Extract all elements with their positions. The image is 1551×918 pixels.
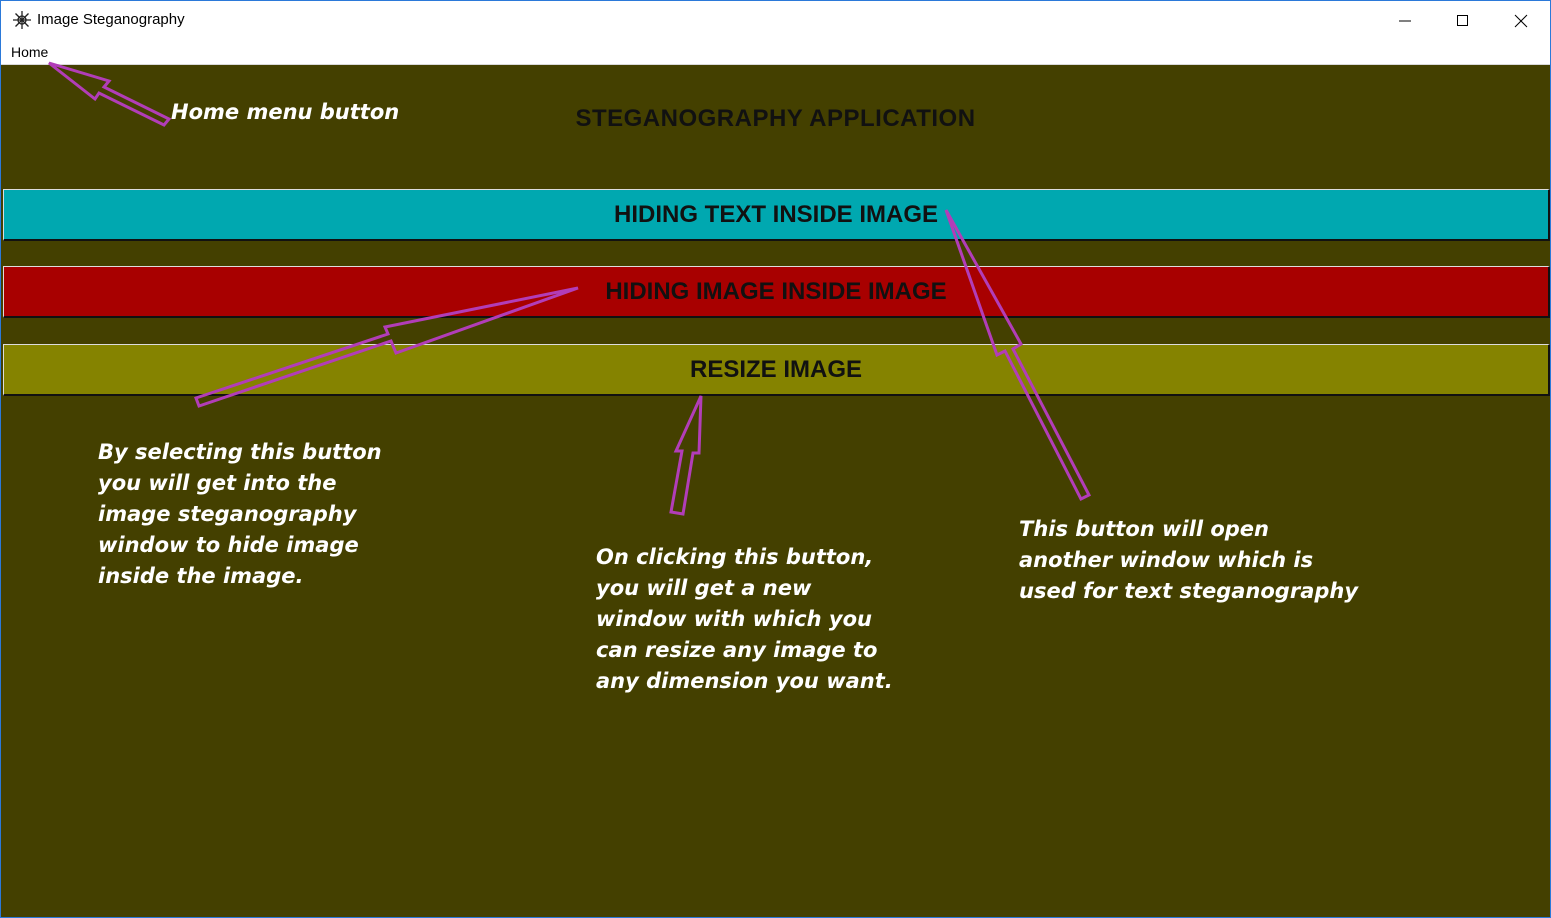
maximize-button[interactable] [1434, 1, 1492, 40]
hide-image-button[interactable]: HIDING IMAGE INSIDE IMAGE [3, 266, 1550, 318]
title-bar[interactable]: Image Steganography [1, 1, 1550, 40]
maximize-icon [1457, 15, 1468, 26]
close-icon [1514, 14, 1528, 28]
annotation-text: This button will open another window whi… [1019, 517, 1359, 603]
window-title: Image Steganography [37, 11, 185, 28]
menu-home[interactable]: Home [11, 44, 48, 60]
app-gear-icon [11, 9, 33, 31]
main-content: STEGANOGRAPHY APPLICATION HIDING TEXT IN… [1, 65, 1550, 917]
minimize-button[interactable] [1376, 1, 1434, 40]
annotation-image: By selecting this button you will get in… [98, 440, 382, 588]
annotation-home: Home menu button [171, 100, 400, 124]
resize-image-button[interactable]: RESIZE IMAGE [3, 344, 1550, 396]
app-window: Image Steganography Home STEGANOGRAPHY A… [0, 0, 1551, 918]
hide-text-button[interactable]: HIDING TEXT INSIDE IMAGE [3, 189, 1550, 241]
annotation-resize: On clicking this button, you will get a … [596, 545, 893, 693]
menu-bar: Home [1, 40, 1550, 65]
minimize-icon [1399, 20, 1411, 22]
close-button[interactable] [1492, 1, 1550, 40]
